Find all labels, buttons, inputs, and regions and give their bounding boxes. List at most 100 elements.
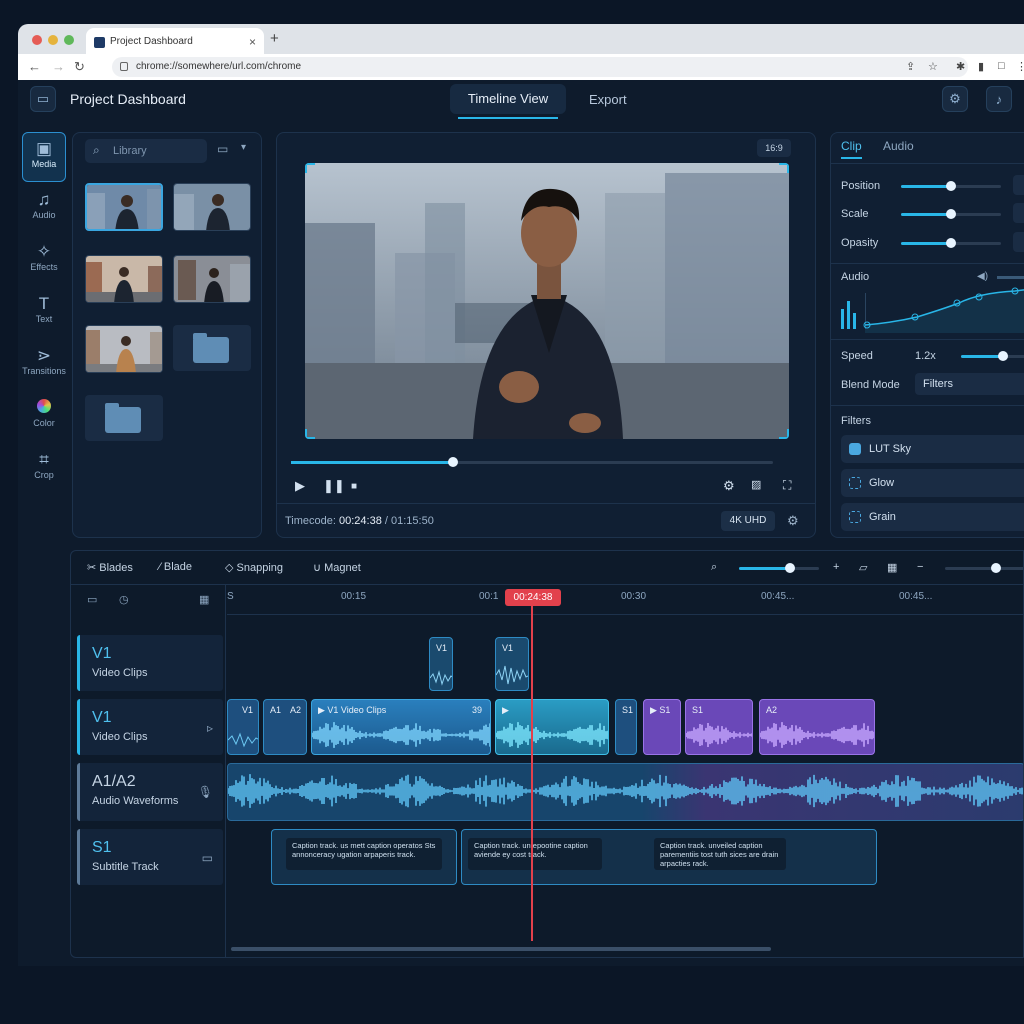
timeline-scrollbar[interactable] bbox=[231, 947, 771, 951]
settings-gear-icon[interactable]: ⚙ bbox=[942, 86, 968, 112]
playback-scrubber[interactable] bbox=[291, 457, 773, 467]
track-header-subtitle[interactable]: S1 Subtitle Track ▭ bbox=[77, 829, 223, 885]
position-value-field[interactable] bbox=[1013, 175, 1024, 195]
tool-crop[interactable]: ⌗ Crop bbox=[22, 444, 66, 494]
resolution-badge[interactable]: 4K UHD bbox=[721, 511, 775, 531]
close-window-icon[interactable] bbox=[32, 35, 42, 45]
tab-close-icon[interactable]: × bbox=[249, 35, 256, 49]
subtitle-clip[interactable]: Caption track. us mett caption operatos … bbox=[271, 829, 457, 885]
media-thumbnail[interactable] bbox=[85, 255, 163, 303]
minus-icon[interactable]: − bbox=[917, 561, 923, 573]
media-thumbnail[interactable] bbox=[173, 183, 251, 231]
notification-bell-icon[interactable]: ♪ bbox=[986, 86, 1012, 112]
track-header-v1-clips[interactable]: V1 Video Clips ▹ bbox=[77, 699, 223, 755]
tab-timeline-view[interactable]: Timeline View bbox=[450, 84, 566, 119]
play-icon[interactable]: ▶ bbox=[295, 478, 305, 494]
new-tab-button[interactable]: + bbox=[270, 30, 279, 47]
crop-corner[interactable] bbox=[305, 163, 315, 173]
media-folder[interactable] bbox=[85, 395, 163, 441]
playhead-line[interactable] bbox=[531, 601, 533, 941]
blades-tool[interactable]: ✂ Blades bbox=[87, 561, 133, 574]
audio-waveform-clip[interactable] bbox=[227, 763, 1023, 821]
speed-slider[interactable] bbox=[961, 351, 1024, 361]
video-clip[interactable]: V1 bbox=[227, 699, 259, 755]
url-field[interactable]: chrome://somewhere/url.com/chrome bbox=[112, 57, 968, 77]
tab-clip[interactable]: Clip bbox=[841, 139, 862, 159]
settings-gear-icon[interactable]: ⚙ bbox=[723, 478, 735, 494]
crop-corner[interactable] bbox=[779, 163, 789, 173]
back-icon[interactable]: ← bbox=[28, 59, 41, 74]
window-controls[interactable] bbox=[32, 35, 74, 45]
track-height-slider[interactable] bbox=[945, 563, 1023, 573]
library-search-input[interactable]: ⌕ Library bbox=[85, 139, 207, 163]
edit-icon[interactable]: ▱ bbox=[859, 561, 867, 574]
media-thumbnail[interactable] bbox=[85, 325, 163, 373]
filter-item-glow[interactable]: Glow bbox=[841, 469, 1024, 497]
extensions-icon[interactable]: ✱ bbox=[956, 60, 965, 73]
reload-icon[interactable]: ↻ bbox=[74, 59, 85, 75]
profile-icon[interactable]: □ bbox=[998, 60, 1005, 72]
tab-export[interactable]: Export bbox=[589, 92, 627, 107]
opacity-value-field[interactable] bbox=[1013, 232, 1024, 252]
slider-handle[interactable] bbox=[991, 563, 1001, 573]
tool-effects[interactable]: ✧ Effects bbox=[22, 236, 66, 286]
opacity-slider[interactable] bbox=[901, 238, 1001, 248]
tool-color[interactable]: Color bbox=[22, 392, 66, 442]
scrubber-handle[interactable] bbox=[448, 457, 458, 467]
crop-corner[interactable] bbox=[305, 429, 315, 439]
image-icon[interactable]: ▨ bbox=[751, 478, 761, 491]
aspect-ratio-badge[interactable]: 16:9 bbox=[757, 139, 791, 157]
share-icon[interactable]: ⇪ bbox=[906, 60, 915, 73]
minimize-window-icon[interactable] bbox=[48, 35, 58, 45]
track-list-icon[interactable]: ▭ bbox=[87, 593, 97, 606]
blend-mode-select[interactable]: Filters bbox=[915, 373, 1024, 395]
track-header-v1[interactable]: V1 Video Clips bbox=[77, 635, 223, 691]
scale-slider[interactable] bbox=[901, 209, 1001, 219]
video-clip[interactable]: V1 bbox=[495, 637, 529, 691]
add-icon[interactable]: + bbox=[833, 561, 839, 573]
crop-corner[interactable] bbox=[779, 429, 789, 439]
layout-icon[interactable]: ▦ bbox=[199, 593, 209, 606]
subtitle-clip[interactable]: S1 bbox=[685, 699, 753, 755]
sidepanel-icon[interactable]: ▮ bbox=[978, 60, 984, 73]
subtitle-clip[interactable]: S1 bbox=[615, 699, 637, 755]
settings-gear-icon[interactable]: ⚙ bbox=[787, 513, 799, 529]
audio-curve-graph[interactable] bbox=[839, 283, 1024, 333]
timeline-zoom-slider[interactable] bbox=[739, 563, 819, 573]
magnet-toggle[interactable]: ∪ Magnet bbox=[313, 561, 361, 574]
chevron-down-icon[interactable]: ▾ bbox=[241, 142, 246, 153]
zoom-icon[interactable]: ⌕ bbox=[711, 561, 717, 574]
slider-handle[interactable] bbox=[998, 351, 1008, 361]
grid-icon[interactable]: ▦ bbox=[887, 561, 897, 574]
tool-transitions[interactable]: ⋗ Transitions bbox=[22, 340, 66, 390]
video-preview[interactable] bbox=[305, 163, 789, 439]
stop-icon[interactable]: ■ bbox=[351, 481, 357, 492]
menu-icon[interactable]: ⋮ bbox=[1016, 60, 1024, 73]
filter-item-lut-sky[interactable]: LUT Sky bbox=[841, 435, 1024, 463]
media-thumbnail[interactable] bbox=[173, 255, 251, 303]
timeline-ruler[interactable]: S 00:15 00:1 00:30 00:45... 00:45... bbox=[227, 585, 1023, 615]
volume-icon[interactable]: ◀) bbox=[977, 271, 988, 282]
subtitle-clip[interactable]: Caption track. unfepootine caption avien… bbox=[461, 829, 877, 885]
media-thumbnail[interactable] bbox=[85, 183, 163, 231]
snapping-toggle[interactable]: ◇ Snapping bbox=[225, 561, 283, 574]
maximize-window-icon[interactable] bbox=[64, 35, 74, 45]
video-clip[interactable]: ▶ bbox=[495, 699, 609, 755]
tool-media[interactable]: ▣ Media bbox=[22, 132, 66, 182]
slider-handle[interactable] bbox=[946, 238, 956, 248]
browser-tab[interactable]: Project Dashboard × bbox=[86, 28, 264, 56]
fullscreen-icon[interactable]: ⛶ bbox=[783, 478, 791, 493]
audio-clip[interactable]: A1 A2 bbox=[263, 699, 307, 755]
microphone-icon[interactable]: 🎙 bbox=[198, 785, 213, 799]
video-clip[interactable]: V1 bbox=[429, 637, 453, 691]
pause-icon[interactable]: ❚❚ bbox=[323, 478, 345, 494]
filter-item-grain[interactable]: Grain bbox=[841, 503, 1024, 531]
slider-handle[interactable] bbox=[946, 181, 956, 191]
forward-icon[interactable]: → bbox=[52, 59, 65, 74]
scale-value-field[interactable] bbox=[1013, 203, 1024, 223]
folder-icon[interactable]: ▭ bbox=[202, 851, 213, 865]
folder-icon[interactable]: ▭ bbox=[217, 142, 228, 156]
video-track-icon[interactable]: ▹ bbox=[207, 721, 213, 735]
position-slider[interactable] bbox=[901, 181, 1001, 191]
blade-tool[interactable]: ⁄ Blade bbox=[159, 561, 192, 573]
